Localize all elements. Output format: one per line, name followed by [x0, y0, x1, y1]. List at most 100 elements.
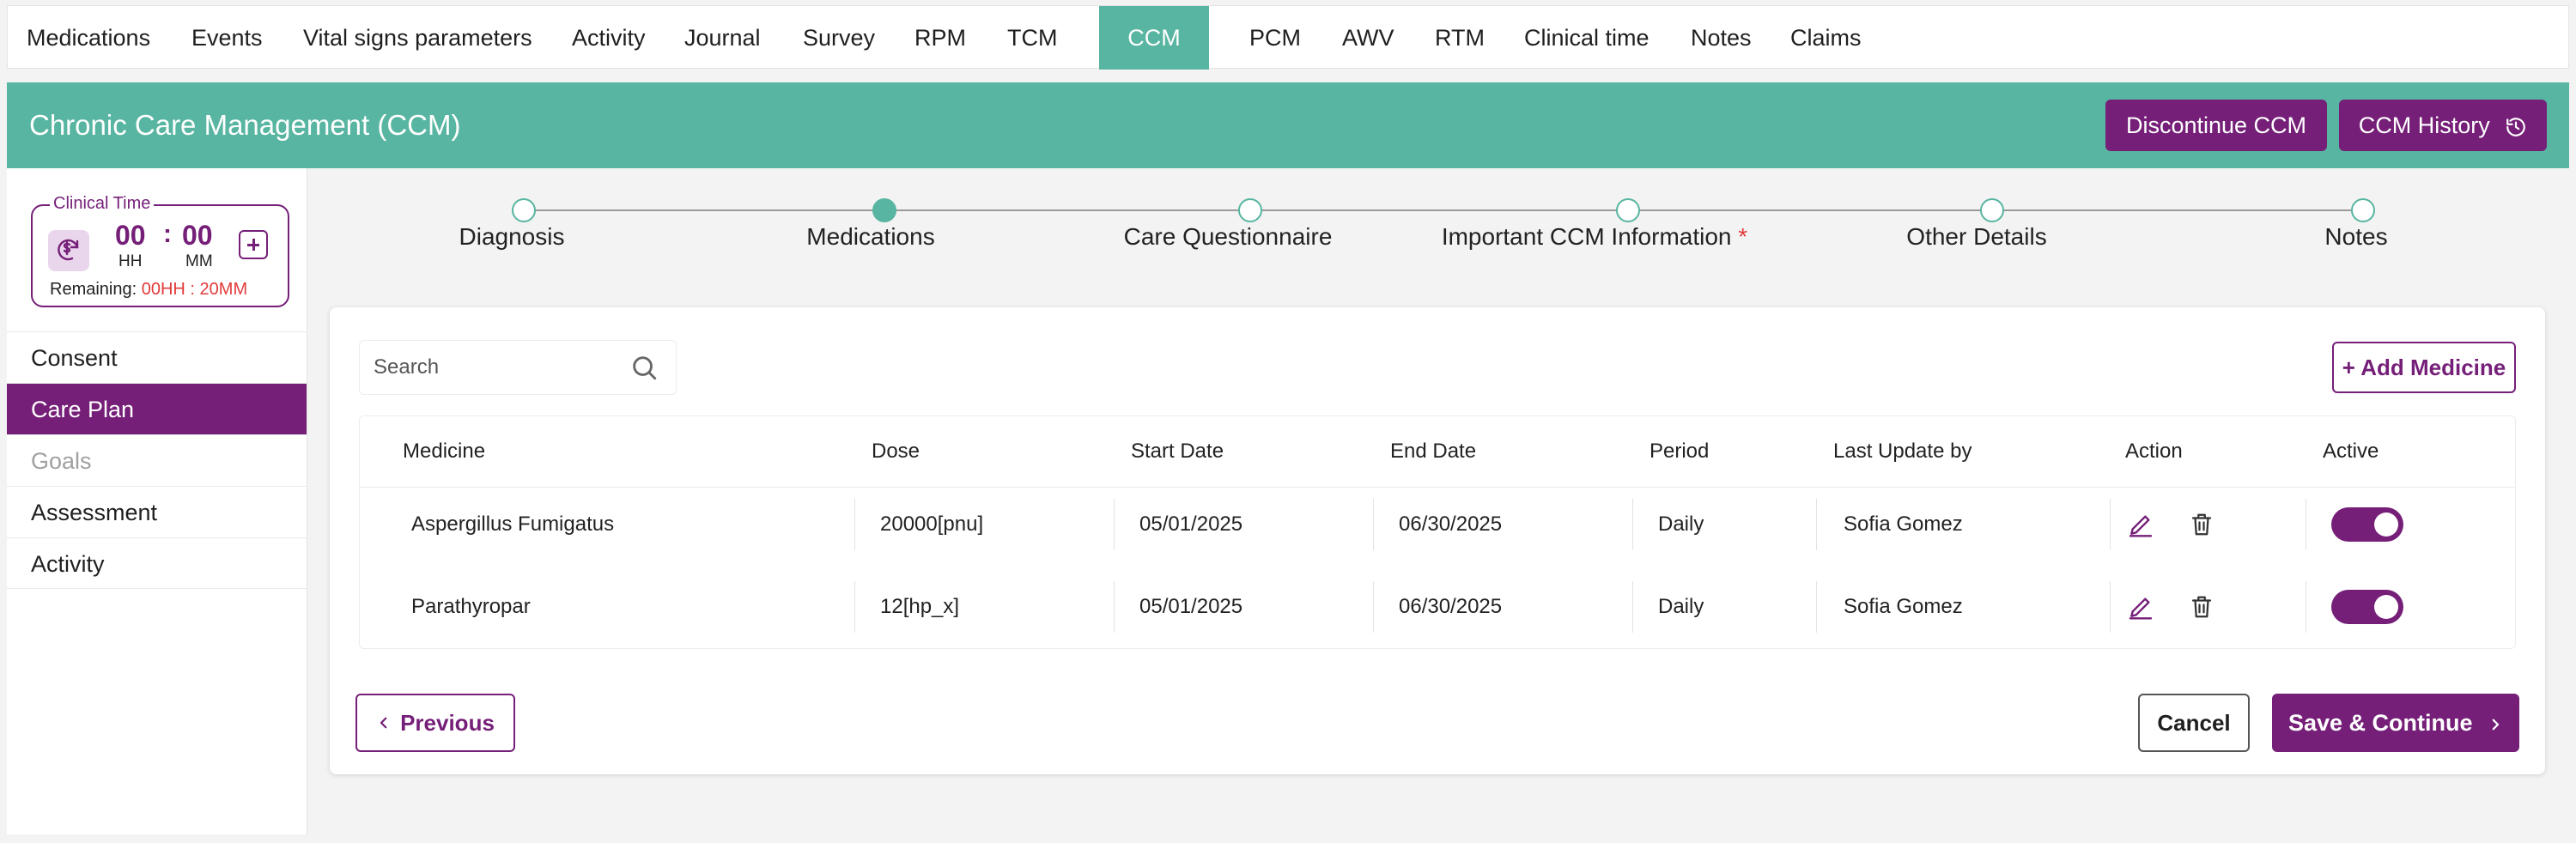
step-dot-other-details[interactable]: [1980, 198, 2004, 222]
cell-divider: [1373, 499, 1374, 550]
start-date-cell: 05/01/2025: [1139, 512, 1243, 536]
end-date-cell: 06/30/2025: [1399, 595, 1503, 618]
column-header-period: Period: [1649, 440, 1710, 463]
column-header-medicine: Medicine: [403, 440, 486, 463]
tab-survey[interactable]: Survey: [803, 6, 875, 70]
sidebar-item-assessment[interactable]: Assessment: [7, 486, 307, 537]
column-header-last-update-by: Last Update by: [1833, 440, 1972, 463]
toggle-knob: [2374, 512, 2398, 537]
tab-awv[interactable]: AWV: [1342, 6, 1394, 70]
clock-dollar-icon: [48, 230, 89, 271]
clinical-time-legend: Clinical Time: [50, 194, 155, 214]
search-box: [359, 340, 677, 395]
cell-divider: [1114, 499, 1115, 550]
add-time-plus-icon[interactable]: [239, 230, 268, 259]
last-update-cell: Sofia Gomez: [1844, 595, 1963, 618]
edit-pencil-icon[interactable]: [2127, 511, 2154, 543]
clinical-time-hours: 00: [115, 220, 146, 251]
column-header-start-date: Start Date: [1131, 440, 1224, 463]
column-header-active: Active: [2323, 440, 2379, 463]
cell-divider: [1373, 581, 1374, 633]
tab-notes[interactable]: Notes: [1691, 6, 1752, 70]
step-dot-medications[interactable]: [872, 198, 896, 222]
step-label-medications[interactable]: Medications: [806, 223, 934, 251]
history-icon: [2505, 100, 2527, 151]
stepper-track: [524, 209, 2363, 211]
page-title: Chronic Care Management (CCM): [29, 109, 461, 141]
clinical-time-minutes: 00: [182, 220, 213, 251]
step-dot-important-ccm-information[interactable]: [1616, 198, 1640, 222]
active-toggle[interactable]: [2331, 507, 2403, 542]
delete-trash-icon[interactable]: [2189, 512, 2215, 542]
tab-events[interactable]: Events: [191, 6, 263, 70]
remaining-time: Remaining: 00HH : 20MM: [50, 280, 247, 300]
tab-medications[interactable]: Medications: [27, 6, 150, 70]
minutes-unit: MM: [185, 252, 213, 270]
toggle-knob: [2374, 595, 2398, 619]
medicine-cell: Parathyropar: [411, 595, 531, 618]
step-label-other-details[interactable]: Other Details: [1906, 223, 2046, 251]
step-dot-care-questionnaire[interactable]: [1238, 198, 1262, 222]
column-header-end-date: End Date: [1390, 440, 1477, 463]
start-date-cell: 05/01/2025: [1139, 595, 1243, 618]
tab-pcm[interactable]: PCM: [1249, 6, 1301, 70]
cancel-button[interactable]: Cancel: [2138, 694, 2250, 752]
medicine-cell: Aspergillus Fumigatus: [411, 512, 615, 536]
sidebar-item-consent[interactable]: Consent: [7, 331, 307, 383]
step-label-important-text: Important CCM Information: [1441, 223, 1732, 250]
step-label-care-questionnaire[interactable]: Care Questionnaire: [1124, 223, 1333, 251]
cell-divider: [854, 581, 855, 633]
left-panel: Clinical Time 00 : 00 HH MM Remaining: 0…: [7, 168, 307, 834]
tab-claims[interactable]: Claims: [1790, 6, 1862, 70]
ccm-history-button[interactable]: CCM History: [2339, 100, 2547, 151]
active-toggle[interactable]: [2331, 590, 2403, 624]
period-cell: Daily: [1658, 595, 1704, 618]
remaining-label: Remaining:: [50, 280, 137, 299]
clinical-time-colon: :: [163, 220, 172, 248]
step-dot-diagnosis[interactable]: [512, 198, 536, 222]
remaining-value: 00HH : 20MM: [141, 280, 248, 299]
discontinue-ccm-button[interactable]: Discontinue CCM: [2105, 100, 2327, 151]
cell-divider: [1114, 581, 1115, 633]
dose-cell: 12[hp_x]: [880, 595, 960, 618]
search-icon[interactable]: [629, 353, 659, 386]
previous-label: Previous: [400, 710, 495, 736]
sidebar-item-goals[interactable]: Goals: [7, 434, 307, 486]
period-cell: Daily: [1658, 512, 1704, 536]
step-dot-notes[interactable]: [2351, 198, 2375, 222]
column-header-dose: Dose: [872, 440, 920, 463]
chevron-right-icon: [2488, 694, 2503, 752]
edit-pencil-icon[interactable]: [2127, 593, 2154, 625]
step-label-notes[interactable]: Notes: [2324, 223, 2387, 251]
tab-tcm[interactable]: TCM: [1007, 6, 1057, 70]
tab-vital-signs-parameters[interactable]: Vital signs parameters: [303, 6, 532, 70]
table-header-divider: [360, 487, 2515, 488]
cell-divider: [1816, 499, 1817, 550]
end-date-cell: 06/30/2025: [1399, 512, 1503, 536]
tab-clinical-time[interactable]: Clinical time: [1524, 6, 1649, 70]
clinical-time-widget: Clinical Time 00 : 00 HH MM Remaining: 0…: [31, 194, 289, 307]
delete-trash-icon[interactable]: [2189, 594, 2215, 624]
tab-rpm[interactable]: RPM: [914, 6, 966, 70]
last-update-cell: Sofia Gomez: [1844, 512, 1963, 536]
top-navigation: Medications Events Vital signs parameter…: [7, 5, 2569, 70]
hours-unit: HH: [118, 252, 143, 270]
tab-rtm[interactable]: RTM: [1435, 6, 1485, 70]
add-medicine-button[interactable]: + Add Medicine: [2332, 342, 2516, 393]
medications-table: Medicine Dose Start Date End Date Period…: [359, 415, 2516, 649]
search-input[interactable]: [360, 341, 617, 394]
cell-divider: [1632, 581, 1633, 633]
tab-activity[interactable]: Activity: [572, 6, 646, 70]
tab-journal[interactable]: Journal: [684, 6, 761, 70]
ccm-history-label: CCM History: [2358, 112, 2490, 138]
sidebar-item-care-plan[interactable]: Care Plan: [7, 383, 307, 434]
save-continue-button[interactable]: Save & Continue: [2272, 694, 2519, 752]
step-label-diagnosis[interactable]: Diagnosis: [459, 223, 565, 251]
cell-divider: [2110, 581, 2111, 633]
previous-button[interactable]: Previous: [355, 694, 515, 752]
tab-ccm[interactable]: CCM: [1099, 6, 1209, 70]
save-continue-label: Save & Continue: [2287, 710, 2473, 736]
sidebar-item-activity[interactable]: Activity: [7, 537, 307, 589]
cell-divider: [1632, 499, 1633, 550]
step-label-important-ccm-information[interactable]: Important CCM Information *: [1442, 223, 1747, 251]
